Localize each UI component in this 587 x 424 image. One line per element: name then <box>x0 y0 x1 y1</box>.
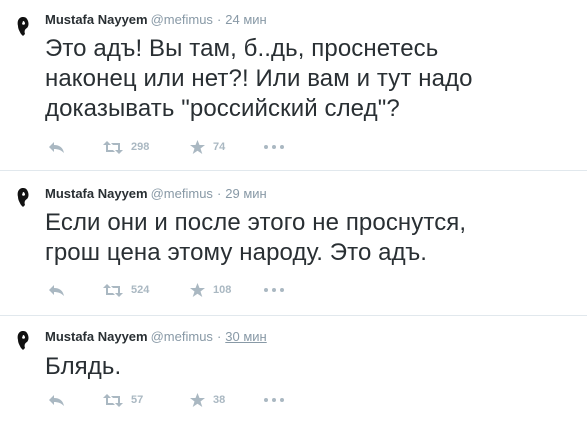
author-handle[interactable]: @mefimus <box>151 329 213 344</box>
retweet-button[interactable]: 298 <box>103 139 149 155</box>
favorite-button[interactable]: 38 <box>190 392 225 408</box>
more-dots-icon <box>264 288 284 292</box>
tweet-actions: 57 38 <box>45 392 345 408</box>
reply-button[interactable] <box>48 139 65 155</box>
separator: · <box>216 329 222 344</box>
tweet-text: Если они и после этого не проснутся, гро… <box>45 208 580 268</box>
tweet-text: Это адъ! Вы там, б..дь, проснетесь након… <box>45 34 580 124</box>
separator: · <box>216 186 222 201</box>
tweet-timeline: Mustafa Nayyem @mefimus · 24 мин Это адъ! В… <box>0 0 587 424</box>
author-handle[interactable]: @mefimus <box>151 186 213 201</box>
more-dots-icon <box>264 145 284 149</box>
tweet-actions: 298 74 <box>45 139 345 155</box>
retweet-icon <box>103 140 123 154</box>
more-dots-icon <box>264 398 284 402</box>
favorite-count: 38 <box>213 394 226 406</box>
avatar[interactable] <box>14 14 38 38</box>
tweet-text-line: Это адъ! Вы там, б..дь, проснетесь <box>45 35 439 62</box>
reply-button[interactable] <box>48 282 65 298</box>
tweet-text: Блядь. <box>45 352 580 382</box>
star-icon <box>190 283 205 297</box>
reply-button[interactable] <box>48 392 65 408</box>
tweet-header: Mustafa Nayyem @mefimus · 30 мин <box>45 329 267 345</box>
avatar[interactable] <box>14 328 38 352</box>
reply-arrow-icon <box>49 284 64 296</box>
retweet-button[interactable]: 524 <box>103 282 149 298</box>
favorite-count: 108 <box>213 284 232 296</box>
tweet-text-line: Если они и после этого не проснутся, <box>45 209 467 236</box>
tweet-time[interactable]: 30 мин <box>225 329 266 344</box>
retweet-count: 57 <box>131 394 144 406</box>
more-button[interactable] <box>264 392 284 408</box>
tweet-time[interactable]: 24 мин <box>225 12 266 27</box>
star-icon <box>190 140 205 154</box>
more-button[interactable] <box>264 139 284 155</box>
more-button[interactable] <box>264 282 284 298</box>
star-icon <box>190 393 205 407</box>
avatar-portrait-icon <box>14 185 38 209</box>
author-handle[interactable]: @mefimus <box>151 12 213 27</box>
tweet-header: Mustafa Nayyem @mefimus · 24 мин <box>45 12 267 28</box>
favorite-button[interactable]: 108 <box>190 282 231 298</box>
retweet-count: 524 <box>131 284 150 296</box>
retweet-icon <box>103 283 123 297</box>
author-name[interactable]: Mustafa Nayyem <box>45 186 148 201</box>
tweet[interactable]: Mustafa Nayyem @mefimus · 29 мин Если они и… <box>0 170 587 315</box>
tweet-text-line: доказывать "российский след"? <box>45 95 400 122</box>
favorite-count: 74 <box>213 141 226 153</box>
tweet-time[interactable]: 29 мин <box>225 186 266 201</box>
author-name[interactable]: Mustafa Nayyem <box>45 329 148 344</box>
avatar-portrait-icon <box>14 14 38 38</box>
tweet[interactable]: Mustafa Nayyem @mefimus · 24 мин Это адъ! В… <box>0 0 587 170</box>
tweet-actions: 524 108 <box>45 282 345 298</box>
favorite-button[interactable]: 74 <box>190 139 225 155</box>
tweet-text-line: грош цена этому народу. Это адъ. <box>45 239 428 266</box>
reply-arrow-icon <box>49 394 64 406</box>
tweet[interactable]: Mustafa Nayyem @mefimus · 30 мин Блядь. 57 … <box>0 315 587 424</box>
avatar-portrait-icon <box>14 328 38 352</box>
retweet-count: 298 <box>131 141 150 153</box>
retweet-icon <box>103 393 123 407</box>
tweet-text-line: наконец или нет?! Или вам и тут надо <box>45 65 473 92</box>
avatar[interactable] <box>14 185 38 209</box>
separator: · <box>216 12 222 27</box>
tweet-header: Mustafa Nayyem @mefimus · 29 мин <box>45 186 267 202</box>
tweet-text-line: Блядь. <box>45 353 122 380</box>
retweet-button[interactable]: 57 <box>103 392 143 408</box>
author-name[interactable]: Mustafa Nayyem <box>45 12 148 27</box>
reply-arrow-icon <box>49 141 64 153</box>
